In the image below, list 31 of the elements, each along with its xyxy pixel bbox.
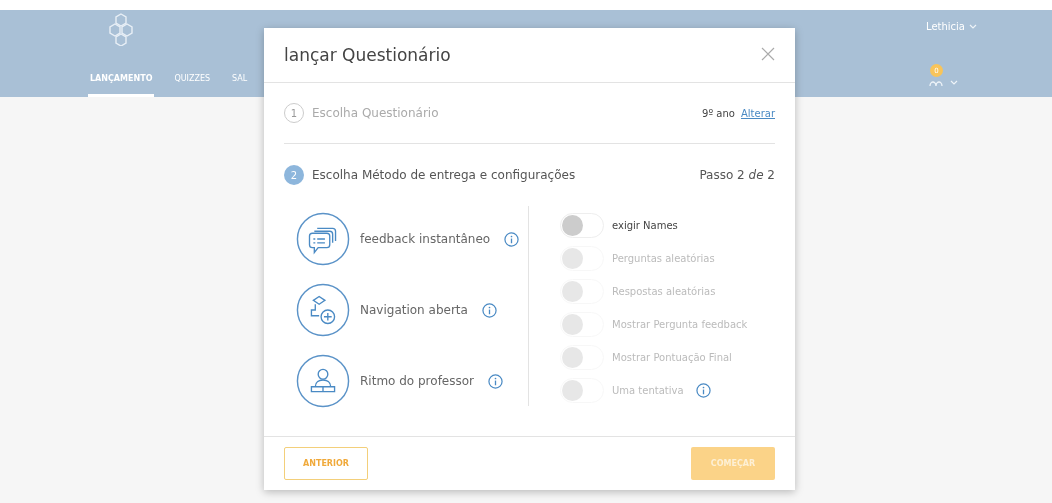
nav-tab[interactable]: LANÇAMENTO — [88, 74, 155, 97]
nav-tab[interactable]: QUIZZES — [172, 74, 213, 97]
step-number: 2 — [284, 165, 304, 185]
option-label: Mostrar Pontuação Final — [612, 352, 732, 363]
option-label: Perguntas aleatórias — [612, 253, 715, 264]
delivery-method-label[interactable]: Navigation aberta — [360, 303, 468, 317]
chevron-down-icon[interactable] — [969, 24, 977, 29]
nav-tab[interactable]: SAL — [230, 74, 250, 97]
option-label: Mostrar Pergunta feedback — [612, 319, 748, 330]
info-icon[interactable] — [481, 302, 497, 318]
step-label: Escolha Método de entrega e configurações — [312, 168, 576, 182]
step-label: Escolha Questionário — [312, 106, 439, 120]
previous-button[interactable]: ANTERIOR — [284, 447, 368, 480]
chat-bubbles-icon[interactable] — [296, 212, 350, 266]
toggle-switch[interactable] — [560, 213, 604, 238]
person-navigation-icon[interactable] — [296, 283, 350, 337]
grade-label: 9º ano — [702, 107, 735, 119]
option-label: Uma tentativa — [612, 385, 684, 396]
info-icon[interactable] — [488, 373, 503, 389]
dialog-title: lançar Questionário — [284, 45, 451, 65]
user-name[interactable]: Lethicia — [926, 21, 965, 32]
change-link[interactable]: Alterar — [740, 107, 775, 119]
option-label: Respostas aleatórias — [612, 286, 716, 297]
reader-book-icon[interactable] — [296, 354, 350, 408]
option-label: exigir Names — [612, 220, 678, 231]
delivery-method-label[interactable]: feedback instantâneo — [360, 232, 491, 246]
hexagon-logo-icon — [108, 12, 134, 46]
info-icon[interactable] — [504, 231, 520, 247]
step-count-text: Passo 2 de 2 — [699, 168, 775, 182]
chevron-down-icon[interactable] — [950, 80, 958, 85]
delivery-method-label[interactable]: Ritmo do professor — [360, 374, 474, 388]
